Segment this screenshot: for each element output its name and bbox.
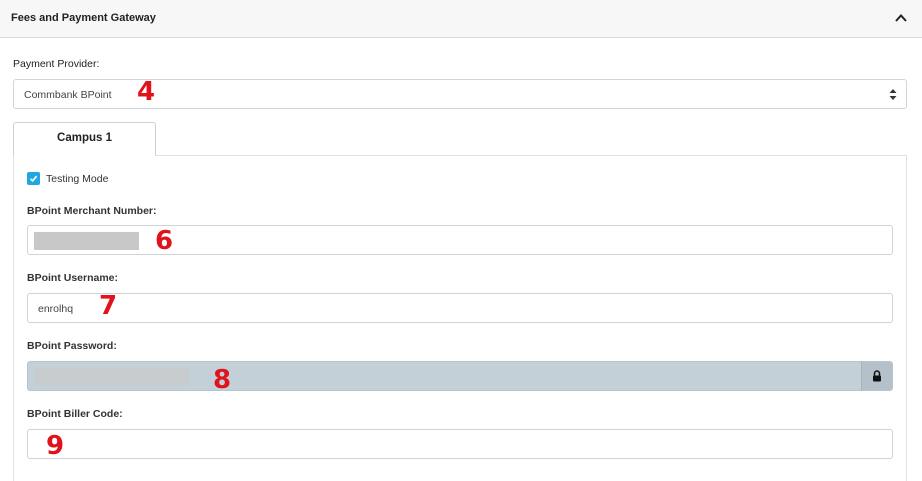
payment-provider-value: Commbank BPoint xyxy=(24,89,112,101)
annotation-6: 6 xyxy=(155,226,174,256)
tab-campus-1[interactable]: Campus 1 xyxy=(13,122,156,156)
username-value: enrolhq xyxy=(38,303,74,315)
username-field[interactable]: enrolhq xyxy=(27,293,893,323)
redacted-value xyxy=(35,368,189,385)
lock-icon xyxy=(873,370,881,382)
payment-provider-label: Payment Provider: xyxy=(13,58,100,70)
username-label: BPoint Username: xyxy=(27,272,119,284)
annotation-4: 4 xyxy=(137,77,156,107)
password-field[interactable] xyxy=(27,361,893,391)
select-arrows-icon xyxy=(889,88,897,101)
password-label: BPoint Password: xyxy=(27,340,117,352)
annotation-9: 9 xyxy=(46,431,65,461)
chevron-up-icon[interactable] xyxy=(894,11,908,25)
annotation-8: 8 xyxy=(213,365,232,395)
biller-code-label: BPoint Biller Code: xyxy=(27,408,123,420)
testing-mode-label: Testing Mode xyxy=(46,173,109,185)
redacted-value xyxy=(34,232,139,250)
check-icon xyxy=(29,175,38,182)
merchant-number-label: BPoint Merchant Number: xyxy=(27,205,157,217)
tab-campus-1-label: Campus 1 xyxy=(57,132,112,144)
lock-button[interactable] xyxy=(861,362,892,390)
panel-header[interactable]: Fees and Payment Gateway xyxy=(0,0,922,38)
panel-title: Fees and Payment Gateway xyxy=(11,12,156,24)
biller-code-field[interactable] xyxy=(27,429,893,459)
testing-mode-checkbox[interactable] xyxy=(27,172,40,185)
annotation-7: 7 xyxy=(99,291,118,321)
